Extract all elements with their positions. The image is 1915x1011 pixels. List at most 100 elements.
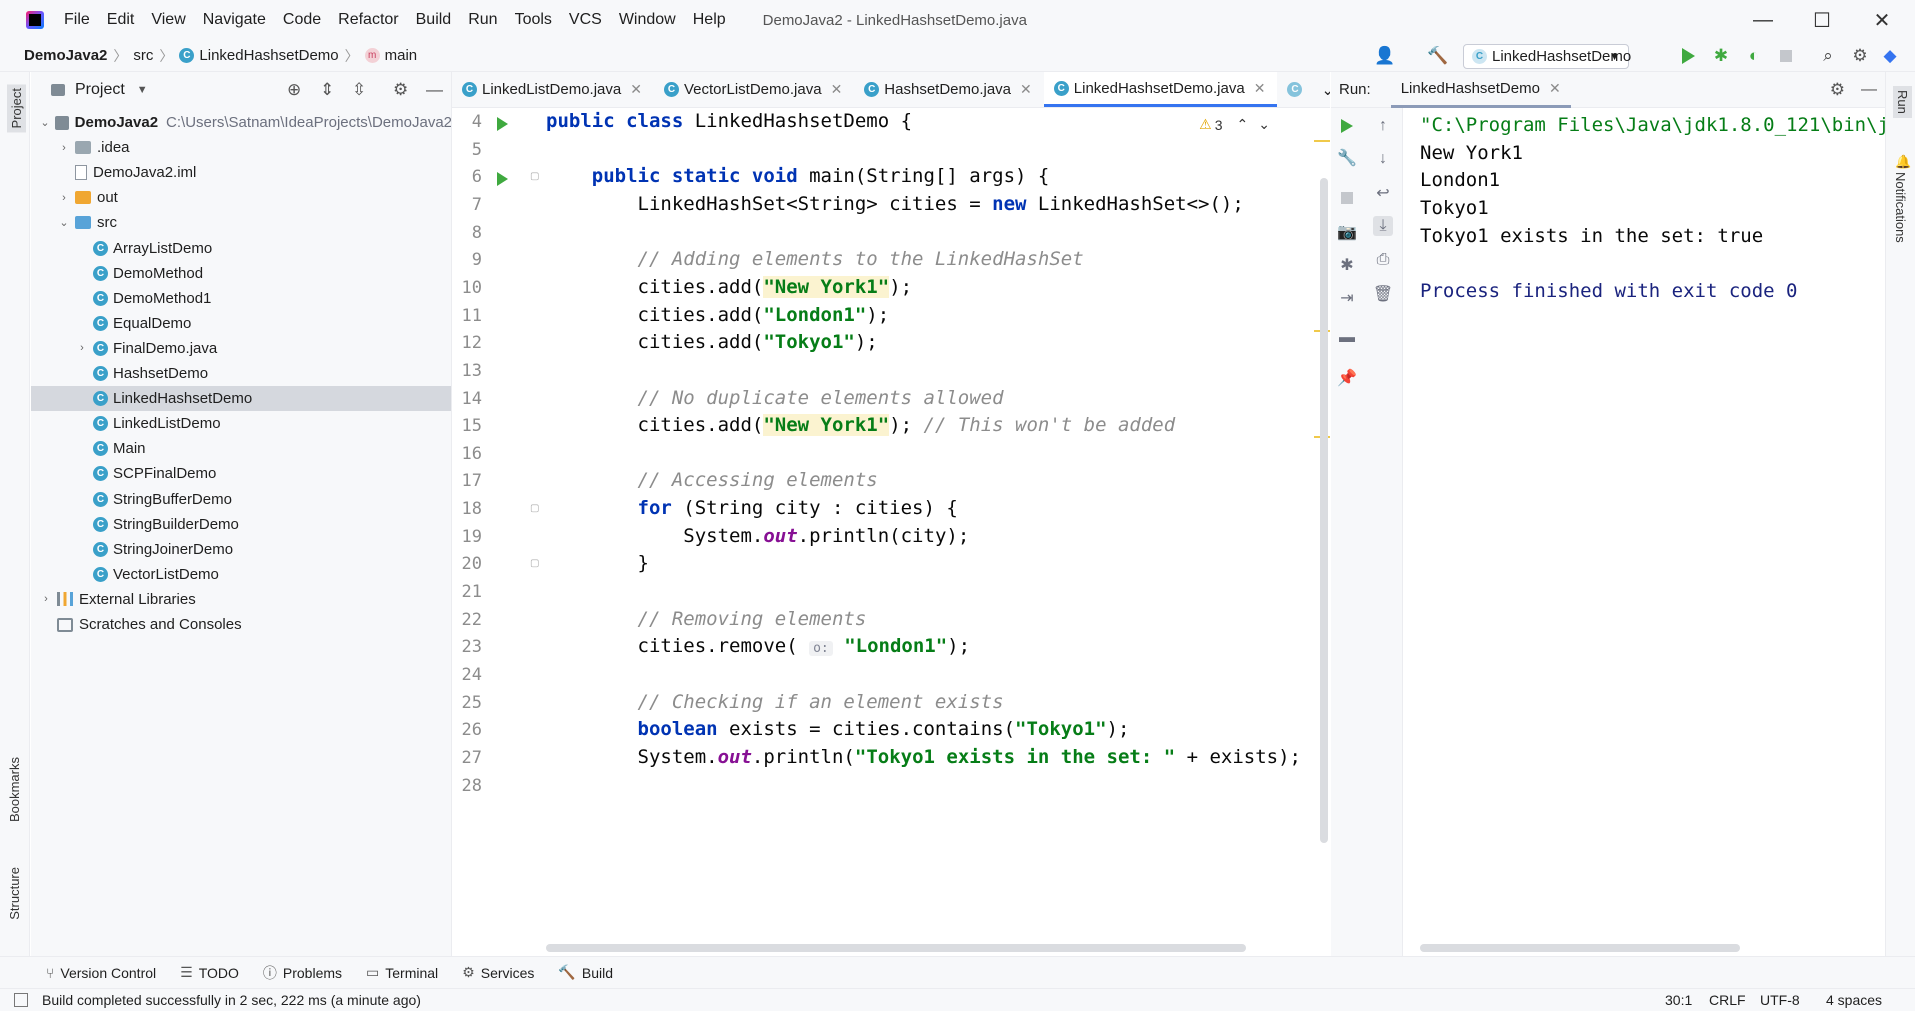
- code-line[interactable]: // No duplicate elements allowed: [546, 387, 1004, 409]
- code-line[interactable]: // Removing elements: [546, 608, 867, 630]
- console-line[interactable]: "C:\Program Files\Java\jdk1.8.0_121\bin\…: [1420, 114, 1885, 136]
- tree-item[interactable]: C DemoMethod1: [31, 286, 451, 311]
- chevron-down-icon[interactable]: ⌄: [1258, 116, 1270, 133]
- menu-help[interactable]: Help: [693, 11, 726, 29]
- fold-marker-icon[interactable]: ▢: [530, 503, 539, 514]
- chevron-down-icon[interactable]: ⌄: [57, 216, 71, 229]
- breadcrumb-method[interactable]: m main: [364, 47, 417, 64]
- build-hammer-icon[interactable]: 🔨: [1427, 46, 1448, 66]
- code-line[interactable]: cities.add("New York1"); // This won't b…: [546, 414, 1175, 437]
- editor-tab[interactable]: C VectorListDemo.java ✕: [654, 72, 854, 107]
- menu-build[interactable]: Build: [416, 11, 452, 29]
- menu-window[interactable]: Window: [619, 11, 676, 29]
- code-editor[interactable]: 4 5 6 ▢ 7 8 9 10 11 12 13 14 15 16 17 18 ▢ 19 20 ▢ 21 22 23 24 2…: [452, 108, 1330, 956]
- layout-icon[interactable]: ▬: [1337, 328, 1357, 348]
- run-gutter-icon[interactable]: [497, 117, 508, 131]
- user-icon[interactable]: 👤: [1374, 46, 1395, 66]
- minimize-icon[interactable]: —: [1736, 0, 1790, 40]
- warning-stripe-mark[interactable]: [1314, 140, 1330, 142]
- menu-tools[interactable]: Tools: [515, 11, 552, 29]
- menu-run[interactable]: Run: [468, 11, 497, 29]
- close-tab-icon[interactable]: ✕: [1549, 80, 1561, 97]
- pin-icon[interactable]: 📌: [1337, 368, 1357, 388]
- stop-icon[interactable]: [1337, 188, 1357, 208]
- editor-tab[interactable]: C HashsetDemo.java ✕: [854, 72, 1043, 107]
- code-line[interactable]: // Adding elements to the LinkedHashSet: [546, 248, 1084, 270]
- tree-item[interactable]: C StringJoinerDemo: [31, 537, 451, 562]
- tree-item[interactable]: C StringBuilderDemo: [31, 512, 451, 537]
- run-configuration-select[interactable]: C LinkedHashsetDemo ▼: [1463, 44, 1631, 69]
- console-line[interactable]: Tokyo1 exists in the set: true: [1420, 225, 1763, 247]
- code-line[interactable]: LinkedHashSet<String> cities = new Linke…: [546, 193, 1244, 215]
- code-line[interactable]: public static void main(String[] args) {: [546, 165, 1050, 187]
- chevron-right-icon[interactable]: ›: [57, 192, 71, 204]
- chevron-down-icon[interactable]: ⌄: [39, 116, 51, 129]
- menu-code[interactable]: Code: [283, 11, 321, 29]
- bookmarks-tool-button[interactable]: Bookmarks: [7, 757, 22, 822]
- menu-view[interactable]: View: [151, 11, 185, 29]
- editor-gutter[interactable]: 4 5 6 ▢ 7 8 9 10 11 12 13 14 15 16 17 18 ▢ 19 20 ▢ 21 22 23 24 2…: [452, 108, 539, 956]
- code-line[interactable]: // Accessing elements: [546, 469, 878, 491]
- print-icon[interactable]: ⎙: [1373, 250, 1393, 270]
- tree-item[interactable]: C Main: [31, 436, 451, 461]
- ide-logo-icon[interactable]: ◆: [1880, 46, 1900, 66]
- console-line[interactable]: London1: [1420, 169, 1500, 191]
- hide-panel-icon[interactable]: —: [426, 80, 443, 100]
- breadcrumb-project[interactable]: DemoJava2: [24, 47, 107, 64]
- tool-problems[interactable]: ⓘ Problems: [263, 963, 342, 983]
- console-horizontal-scrollbar[interactable]: [1420, 944, 1740, 952]
- coverage-icon[interactable]: ◐: [1744, 46, 1764, 66]
- code-line[interactable]: cities.remove( o: "London1");: [546, 635, 971, 657]
- wrench-icon[interactable]: 🔧: [1337, 148, 1357, 168]
- arrow-down-icon[interactable]: ↓: [1373, 149, 1393, 169]
- soft-wrap-icon[interactable]: ↩: [1373, 183, 1393, 203]
- inspection-widget[interactable]: ⚠ 3 ⌃ ⌄: [1199, 116, 1270, 133]
- tree-item[interactable]: C DemoMethod: [31, 261, 451, 286]
- close-tab-icon[interactable]: ✕: [1254, 80, 1266, 97]
- tree-item[interactable]: › .idea: [31, 135, 451, 160]
- tree-item[interactable]: ⌄ src: [31, 210, 451, 235]
- close-tab-icon[interactable]: ✕: [630, 81, 642, 98]
- search-icon[interactable]: ⌕: [1818, 46, 1838, 66]
- maximize-icon[interactable]: ☐: [1795, 0, 1849, 40]
- chevron-down-icon[interactable]: ⌄: [1321, 81, 1330, 99]
- project-tool-button[interactable]: Project: [7, 84, 26, 133]
- editor-vertical-scrollbar[interactable]: [1320, 178, 1328, 843]
- run-settings-gear-icon[interactable]: ⚙: [1830, 80, 1845, 100]
- arrow-up-icon[interactable]: ↑: [1373, 116, 1393, 136]
- tree-item[interactable]: C StringBufferDemo: [31, 487, 451, 512]
- chevron-right-icon[interactable]: ›: [39, 593, 53, 605]
- tree-item[interactable]: C EqualDemo: [31, 311, 451, 336]
- code-line[interactable]: System.out.println("Tokyo1 exists in the…: [546, 746, 1302, 768]
- toggle-tool-windows-icon[interactable]: [14, 993, 28, 1007]
- run-console[interactable]: "C:\Program Files\Java\jdk1.8.0_121\bin\…: [1404, 108, 1885, 956]
- code-line[interactable]: }: [546, 552, 649, 574]
- tree-item[interactable]: Scratches and Consoles: [31, 612, 451, 637]
- collapse-all-icon[interactable]: ⇳: [352, 80, 366, 100]
- chevron-right-icon[interactable]: ›: [57, 142, 71, 154]
- run-icon[interactable]: [1678, 46, 1698, 66]
- tool-version-control[interactable]: ⑂ Version Control: [46, 965, 156, 981]
- tool-build[interactable]: 🔨 Build: [558, 964, 613, 981]
- run-gutter-icon[interactable]: [497, 172, 508, 187]
- tree-item[interactable]: › out: [31, 185, 451, 210]
- exit-icon[interactable]: ⇥: [1337, 288, 1357, 308]
- fold-marker-icon[interactable]: ▢: [530, 171, 539, 182]
- breadcrumb-file[interactable]: C LinkedHashsetDemo: [179, 47, 339, 64]
- project-panel-title[interactable]: Project: [75, 81, 125, 99]
- line-separator[interactable]: CRLF: [1709, 992, 1746, 1008]
- tree-item[interactable]: › External Libraries: [31, 587, 451, 612]
- chevron-right-icon[interactable]: ›: [75, 342, 89, 354]
- more-tabs[interactable]: C⌄⋮: [1277, 72, 1330, 107]
- tree-item[interactable]: C SCPFinalDemo: [31, 461, 451, 486]
- tree-item[interactable]: › C FinalDemo.java: [31, 336, 451, 361]
- editor-tab[interactable]: C LinkedHashsetDemo.java ✕: [1043, 72, 1278, 107]
- camera-icon[interactable]: 📷: [1337, 222, 1357, 242]
- menu-refactor[interactable]: Refactor: [338, 11, 398, 29]
- close-tab-icon[interactable]: ✕: [831, 81, 843, 98]
- status-message[interactable]: Build completed successfully in 2 sec, 2…: [42, 992, 421, 1008]
- debug-icon[interactable]: ✱: [1337, 255, 1357, 275]
- code-line[interactable]: public class LinkedHashsetDemo {: [546, 110, 912, 132]
- menu-navigate[interactable]: Navigate: [203, 11, 266, 29]
- menu-vcs[interactable]: VCS: [569, 11, 602, 29]
